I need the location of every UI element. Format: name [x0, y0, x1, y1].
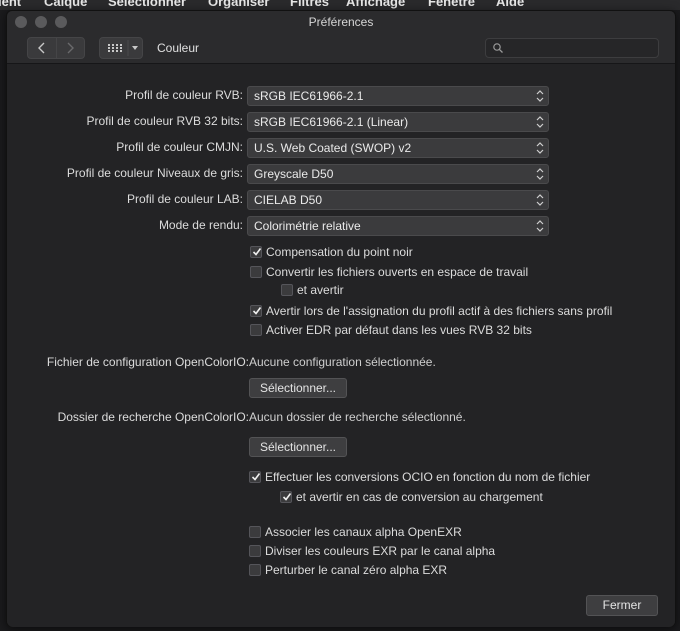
- titlebar: Préférences: [7, 11, 675, 33]
- popup-arrows-icon: [536, 90, 544, 102]
- select-ocio-config-button[interactable]: Sélectionner...: [249, 378, 347, 398]
- back-button[interactable]: [28, 38, 56, 58]
- bg-menu-item: Calque: [44, 0, 88, 9]
- exr-divide-alpha-checkbox[interactable]: [249, 545, 261, 557]
- popup-arrows-icon: [536, 168, 544, 180]
- rgb-profile-value: sRGB IEC61966-2.1: [254, 89, 364, 103]
- bg-menu-item: Organiser: [208, 0, 270, 9]
- bg-menu-item: Affichage: [346, 0, 406, 9]
- exr-associate-alpha-checkbox[interactable]: [249, 526, 261, 538]
- gray-profile-value: Greyscale D50: [254, 167, 334, 181]
- search-field[interactable]: [485, 38, 659, 58]
- section-title: Couleur: [157, 41, 200, 55]
- grid-icon: [108, 40, 138, 56]
- convert-warn-checkbox[interactable]: [281, 284, 293, 296]
- cmyk-profile-popup[interactable]: U.S. Web Coated (SWOP) v2: [247, 138, 549, 158]
- rendering-intent-label: Mode de rendu:: [158, 218, 243, 232]
- rendering-intent-popup[interactable]: Colorimétrie relative: [247, 216, 549, 236]
- preferences-window: Préférences Couleur Profil de couleur RV…: [6, 10, 676, 627]
- cmyk-profile-value: U.S. Web Coated (SWOP) v2: [254, 141, 412, 155]
- preferences-content: Profil de couleur RVB: sRGB IEC61966-2.1…: [7, 63, 675, 627]
- rgb-profile-label: Profil de couleur RVB:: [125, 88, 243, 102]
- select-ocio-folder-button[interactable]: Sélectionner...: [249, 437, 347, 457]
- rgb32-profile-popup[interactable]: sRGB IEC61966-2.1 (Linear): [247, 112, 549, 132]
- ocio-config-label: Fichier de configuration OpenColorIO:: [46, 355, 249, 369]
- background-menubar: ient Calque Sélectionner Organiser Filtr…: [0, 0, 680, 10]
- warn-assign-profile-checkbox[interactable]: [250, 305, 262, 317]
- convert-open-files-label: Convertir les fichiers ouverts en espace…: [266, 265, 529, 279]
- search-icon: [493, 43, 503, 53]
- chevron-right-icon: [67, 42, 75, 54]
- black-point-checkbox[interactable]: [250, 246, 262, 258]
- popup-arrows-icon: [536, 142, 544, 154]
- ocio-warn-label: et avertir en cas de conversion au charg…: [296, 490, 543, 504]
- checkmark-icon: [252, 248, 262, 256]
- gray-profile-popup[interactable]: Greyscale D50: [247, 164, 549, 184]
- warn-assign-profile-label: Avertir lors de l'assignation du profil …: [266, 304, 613, 318]
- ocio-filename-checkbox[interactable]: [249, 471, 261, 483]
- bg-menu-item: Filtres: [290, 0, 330, 9]
- nav-group: [27, 37, 85, 59]
- cmyk-profile-label: Profil de couleur CMJN:: [116, 140, 243, 154]
- show-all-button[interactable]: [99, 37, 143, 59]
- popup-arrows-icon: [536, 116, 544, 128]
- bg-menu-item: Fenêtre: [428, 0, 475, 9]
- window-title: Préférences: [308, 15, 374, 29]
- ocio-search-label: Dossier de recherche OpenColorIO:: [57, 410, 249, 424]
- checkmark-icon: [282, 493, 292, 501]
- convert-open-files-checkbox[interactable]: [250, 266, 262, 278]
- ocio-warn-checkbox[interactable]: [280, 491, 292, 503]
- enable-edr-label: Activer EDR par défaut dans les vues RVB…: [266, 323, 532, 337]
- close-button[interactable]: Fermer: [586, 595, 658, 616]
- convert-warn-label: et avertir: [297, 283, 344, 297]
- ocio-filename-label: Effectuer les conversions OCIO en foncti…: [265, 470, 591, 484]
- ocio-search-value: Aucun dossier de recherche sélectionné.: [249, 410, 466, 424]
- gray-profile-label: Profil de couleur Niveaux de gris:: [66, 166, 243, 180]
- bg-menu-item: ient: [0, 0, 22, 9]
- rgb32-profile-label: Profil de couleur RVB 32 bits:: [86, 114, 243, 128]
- exr-perturb-alpha-checkbox[interactable]: [249, 564, 261, 576]
- lab-profile-popup[interactable]: CIELAB D50: [247, 190, 549, 210]
- forward-button[interactable]: [55, 38, 85, 58]
- exr-perturb-alpha-label: Perturber le canal zéro alpha EXR: [265, 563, 448, 577]
- enable-edr-checkbox[interactable]: [250, 324, 262, 336]
- chevron-left-icon: [37, 42, 45, 54]
- checkmark-icon: [252, 307, 262, 315]
- popup-arrows-icon: [536, 220, 544, 232]
- lab-profile-label: Profil de couleur LAB:: [126, 192, 243, 206]
- ocio-config-value: Aucune configuration sélectionnée.: [249, 355, 436, 369]
- toolbar: Couleur: [7, 33, 675, 61]
- bg-menu-item: Sélectionner: [108, 0, 187, 9]
- bg-menu-item: Aide: [496, 0, 525, 9]
- exr-associate-alpha-label: Associer les canaux alpha OpenEXR: [265, 525, 462, 539]
- checkmark-icon: [251, 473, 261, 481]
- rgb-profile-popup[interactable]: sRGB IEC61966-2.1: [247, 86, 549, 106]
- popup-arrows-icon: [536, 194, 544, 206]
- lab-profile-value: CIELAB D50: [254, 193, 323, 207]
- rendering-intent-value: Colorimétrie relative: [254, 219, 361, 233]
- exr-divide-alpha-label: Diviser les couleurs EXR par le canal al…: [265, 544, 496, 558]
- rgb32-profile-value: sRGB IEC61966-2.1 (Linear): [254, 115, 409, 129]
- black-point-label: Compensation du point noir: [266, 245, 413, 259]
